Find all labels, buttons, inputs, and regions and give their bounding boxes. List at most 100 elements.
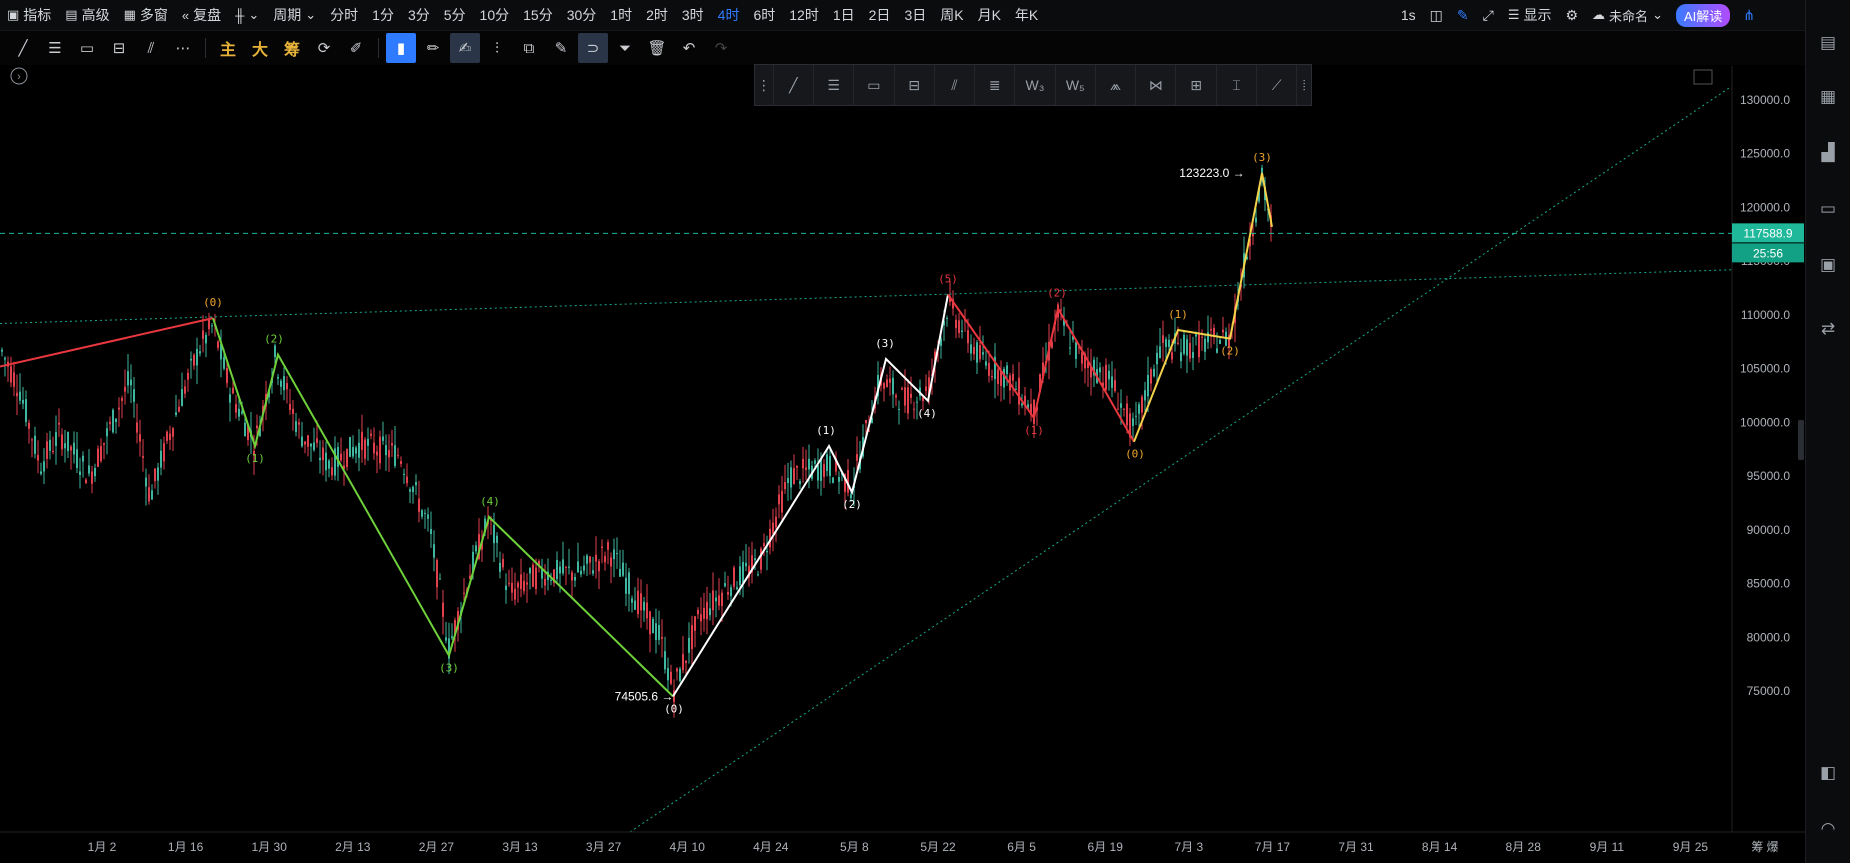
ai-button[interactable]: AI解读 <box>1675 3 1731 27</box>
pen-icon[interactable]: ✎ <box>1450 0 1476 30</box>
hline-tool-icon[interactable]: ☰ <box>40 33 70 63</box>
replay-button[interactable]: «复盘 <box>175 0 228 30</box>
candle-body <box>799 481 801 485</box>
top-right-controls: 1s ◫ ✎ ⤢ ☰ 显示 ⚙ ☁ 未命名 ⌄ AI解读 ⋔ <box>1394 0 1762 30</box>
redo-icon[interactable]: ↷ <box>706 33 736 63</box>
period-1[interactable]: 1分 <box>365 0 401 30</box>
waves-layer[interactable]: (0) (1) (2) (3) (4) (0) (1) (2) (3) (4) (5) (1) (2) (… <box>0 151 1273 715</box>
period-8[interactable]: 2时 <box>639 0 675 30</box>
period-dropdown[interactable]: 周期 ⌄ <box>266 0 323 30</box>
interval-button[interactable]: 1s <box>1394 0 1423 30</box>
advanced-button[interactable]: ▤ 高级 <box>58 0 116 30</box>
fullscreen-icon[interactable] <box>1693 69 1713 85</box>
candle-body <box>355 447 357 454</box>
period-5[interactable]: 15分 <box>516 0 560 30</box>
draw-mode-icon[interactable]: ✍ <box>450 33 480 63</box>
period-4[interactable]: 10分 <box>473 0 517 30</box>
period-6[interactable]: 30分 <box>560 0 604 30</box>
candle-body <box>382 436 384 441</box>
price-chart[interactable]: (0) (1) (2) (3) (4) (0) (1) (2) (3) (4) (5) (1) (2) (… <box>0 66 1806 863</box>
candle-body <box>886 379 888 388</box>
main-chart-button[interactable]: 主 <box>213 33 243 63</box>
ruler-icon[interactable]: ✏ <box>418 33 448 63</box>
period-16[interactable]: 周K <box>933 0 970 30</box>
display-button[interactable]: ☰ 显示 <box>1501 0 1559 30</box>
indicators-button[interactable]: ▣ 指标 <box>0 0 58 30</box>
period-15[interactable]: 3日 <box>897 0 933 30</box>
undo-icon[interactable]: ↶ <box>674 33 704 63</box>
candle-body <box>577 561 579 573</box>
time-tick: 7月 17 <box>1255 840 1291 854</box>
chevron-down-icon: ⌄ <box>248 7 260 22</box>
edit-icon[interactable]: ✎ <box>546 33 576 63</box>
rect-tool-icon[interactable]: ▭ <box>72 33 102 63</box>
line-tool-icon[interactable]: ╱ <box>8 33 38 63</box>
period-11[interactable]: 6时 <box>746 0 782 30</box>
magnet-icon[interactable]: ⊃ <box>578 33 608 63</box>
period-10[interactable]: 4时 <box>711 0 747 30</box>
candle-tool-icon[interactable]: ⫶ <box>482 33 512 63</box>
more-tools-icon[interactable]: ⋯ <box>168 33 198 63</box>
measure-tool-icon[interactable]: ⊟ <box>104 33 134 63</box>
bookmark-icon[interactable]: ▮ <box>386 33 416 63</box>
candle-body <box>544 578 546 586</box>
candle-body <box>808 458 810 470</box>
candle-body <box>559 566 561 574</box>
period-9[interactable]: 3时 <box>675 0 711 30</box>
candle-body <box>196 348 198 366</box>
chip-button[interactable]: 筹 <box>277 33 307 63</box>
period-14[interactable]: 2日 <box>862 0 898 30</box>
candle-body <box>229 394 231 403</box>
camera-icon[interactable]: ◫ <box>1423 0 1450 30</box>
trash-icon[interactable]: 🗑 <box>642 33 672 63</box>
period-13[interactable]: 1日 <box>826 0 862 30</box>
candle-body <box>1141 396 1143 413</box>
filter-icon[interactable]: ⏷ <box>610 33 640 63</box>
chart-type-button[interactable]: ╫ ⌄ <box>228 0 266 30</box>
bar-chart-icon[interactable]: ▟ <box>1817 142 1839 164</box>
price-grid-icon[interactable]: ▦ <box>1817 86 1839 108</box>
brush-icon[interactable]: ✐ <box>341 33 371 63</box>
sidebar-collapse-handle[interactable] <box>1798 420 1804 460</box>
headset-icon[interactable]: ◠ <box>1817 818 1839 840</box>
price-tick: 90000.0 <box>1747 523 1791 537</box>
notes-icon[interactable]: ▤ <box>1817 32 1839 54</box>
monitor-icon[interactable]: ▭ <box>1817 198 1839 220</box>
layout-icon[interactable]: ◧ <box>1817 762 1839 784</box>
big-order-button[interactable]: 大 <box>245 33 275 63</box>
candle-body <box>805 467 807 470</box>
period-17[interactable]: 月K <box>971 0 1008 30</box>
fib-tool-icon[interactable]: ⫽ <box>136 33 166 63</box>
candle-body <box>1105 364 1107 390</box>
candle-body <box>970 344 972 354</box>
copy-icon[interactable]: ⧉ <box>514 33 544 63</box>
collapse-circle-icon[interactable]: › <box>10 67 28 85</box>
multiwin-button[interactable]: ▦ 多窗 <box>117 0 175 30</box>
current-price-text: 117588.9 <box>1743 226 1792 240</box>
cloud-button[interactable]: ☁ 未命名 ⌄ <box>1585 0 1670 30</box>
candle-body <box>406 476 408 484</box>
swap-icon[interactable]: ⇄ <box>1817 318 1839 340</box>
candle-body <box>34 435 36 454</box>
candle-body <box>244 422 246 437</box>
sync-icon[interactable]: ⟳ <box>309 33 339 63</box>
candle-body <box>907 387 909 414</box>
period-2[interactable]: 3分 <box>401 0 437 30</box>
candle-body <box>574 576 576 581</box>
candle-body <box>37 454 39 461</box>
wave-label: (0) <box>664 702 684 715</box>
candle-body <box>1123 408 1125 410</box>
period-3[interactable]: 5分 <box>437 0 473 30</box>
share-icon[interactable]: ⋔ <box>1736 0 1762 30</box>
candle-body <box>22 400 24 404</box>
period-12[interactable]: 12时 <box>782 0 826 30</box>
wave-label: (1) <box>1024 424 1044 437</box>
period-7[interactable]: 1时 <box>603 0 639 30</box>
period-0[interactable]: 分时 <box>323 0 365 30</box>
candle-body <box>193 354 195 366</box>
card-icon[interactable]: ▣ <box>1817 254 1839 276</box>
expand-icon[interactable]: ⤢ <box>1476 0 1501 30</box>
period-18[interactable]: 年K <box>1008 0 1045 30</box>
candle-body <box>310 443 312 447</box>
gear-icon[interactable]: ⚙ <box>1558 0 1585 30</box>
